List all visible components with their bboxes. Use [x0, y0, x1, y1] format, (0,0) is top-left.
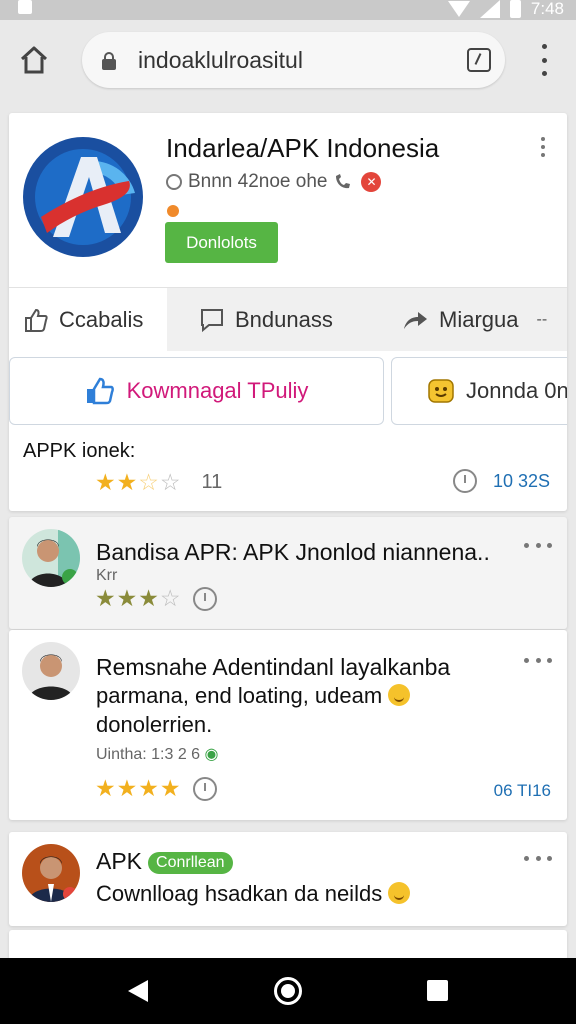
- tab-label: Miargua: [439, 307, 519, 332]
- battery-icon: [509, 0, 521, 18]
- phone-icon: [336, 174, 351, 189]
- alert-icon: ✕: [361, 172, 382, 192]
- emoji-icon: [428, 379, 454, 403]
- clock-icon: [193, 776, 218, 801]
- tab-bndunass[interactable]: Bndunass: [199, 288, 333, 352]
- status-bar: 7:48: [0, 0, 576, 20]
- review-stars: ★★★☆: [95, 585, 182, 611]
- review-date: 06 TI16: [493, 781, 551, 800]
- verified-icon: ◉: [204, 746, 219, 763]
- review-text: parmana, end loating, udeam: [96, 682, 411, 709]
- clock-icon: [193, 586, 218, 611]
- more-icon: --: [536, 311, 548, 328]
- review-stars: ★★★★: [95, 775, 182, 801]
- review-author-name: APK: [96, 848, 143, 874]
- app-subtitle: Bnnn 42noe ohe: [188, 171, 328, 192]
- secondary-action-button[interactable]: Jonnda 0n: [391, 357, 567, 425]
- review-text: Cownlloag hsadkan da neilds: [96, 880, 411, 907]
- rating-label: APPK ionek:: [23, 440, 136, 462]
- review-menu-icon[interactable]: [524, 856, 552, 864]
- review-author: APK Conrllean: [96, 848, 233, 875]
- app-card: Indarlea/APK Indonesia Bnnn 42noe ohe ✕ …: [9, 113, 567, 511]
- review-card[interactable]: Remsnahe Adentindanl layalkanba parmana,…: [9, 630, 567, 820]
- review-author: Bandisa APR: APK Jnonlod niannena..: [96, 539, 490, 565]
- avatar: [22, 529, 80, 587]
- avatar: [22, 844, 80, 902]
- app-size: 10 32S: [493, 470, 551, 491]
- review-meta-text: Uintha: 1:3 2 6: [96, 746, 201, 763]
- menu-icon[interactable]: [536, 44, 552, 76]
- url-text[interactable]: indoaklulroasitul: [138, 47, 303, 74]
- primary-action-button[interactable]: Kowmnagal TPuliy: [9, 357, 384, 425]
- thumbs-up-icon: [86, 377, 114, 405]
- status-time: 7:48: [530, 0, 564, 18]
- status-dot-icon: [167, 205, 179, 217]
- signal-icon: [479, 0, 500, 18]
- review-meta: Uintha: 1:3 2 6 ◉: [96, 744, 219, 764]
- lock-icon: [102, 52, 116, 70]
- download-button[interactable]: Donlolots: [165, 222, 278, 263]
- emoji-icon: [388, 882, 411, 904]
- review-card[interactable]: Bandisa APR: APK Jnonlod niannena.. Krr …: [9, 517, 567, 629]
- chat-icon: [201, 309, 223, 333]
- avatar: [22, 642, 80, 700]
- review-author: Remsnahe Adentindanl layalkanba: [96, 654, 451, 680]
- app-subtitle-row: Bnnn 42noe ohe ✕: [166, 171, 382, 193]
- address-bar[interactable]: indoaklulroasitul: [82, 32, 505, 88]
- clock-icon: [453, 469, 477, 493]
- browser-toolbar: indoaklulroasitul: [0, 20, 576, 104]
- review-card[interactable]: [9, 930, 567, 960]
- status-icons: 7:48: [447, 0, 564, 19]
- developer-icon: [166, 174, 182, 190]
- smile-emoji-icon: [388, 684, 411, 706]
- wifi-icon: [447, 1, 470, 17]
- tab-miargua[interactable]: Miargua --: [401, 288, 547, 352]
- back-icon[interactable]: [128, 980, 148, 1002]
- thumbs-up-icon: [25, 308, 48, 332]
- review-text-line: Cownlloag hsadkan da neilds: [96, 881, 383, 906]
- review-meta: Krr: [96, 567, 118, 584]
- share-icon: [404, 312, 427, 329]
- action-row: Kowmnagal TPuliy Jonnda 0n: [9, 357, 567, 427]
- notification-icon: [18, 0, 32, 14]
- review-menu-icon[interactable]: [524, 543, 552, 551]
- primary-action-label: Kowmnagal TPuliy: [126, 378, 309, 403]
- system-nav-bar: [0, 958, 576, 1024]
- review-menu-icon[interactable]: [524, 658, 552, 666]
- size-row: 10 32S: [453, 469, 550, 493]
- secondary-action-label: Jonnda 0n: [466, 378, 567, 403]
- tab-bar: Ccabalis Bndunass Miargua --: [9, 287, 567, 352]
- app-card-menu-icon[interactable]: [541, 137, 547, 159]
- app-title: Indarlea/APK Indonesia: [166, 133, 440, 163]
- review-badge: Conrllean: [148, 852, 233, 874]
- home-icon[interactable]: [18, 44, 50, 76]
- tab-ccabalis[interactable]: Ccabalis: [9, 288, 167, 352]
- review-text-line: parmana, end loating, udeam: [96, 683, 383, 708]
- tab-label: Ccabalis: [59, 307, 144, 332]
- tab-label: Bndunass: [235, 307, 333, 332]
- tab-switcher-icon[interactable]: [467, 48, 491, 72]
- rating-stars: ★★☆☆: [95, 469, 182, 495]
- home-nav-icon[interactable]: [274, 977, 302, 1005]
- rating-count: 11: [201, 471, 223, 493]
- review-rating: ★★★★: [95, 775, 218, 802]
- app-logo: [23, 137, 143, 257]
- rating-row: ★★☆☆ 11: [95, 469, 222, 496]
- recents-icon[interactable]: [427, 980, 448, 1001]
- review-card[interactable]: APK Conrllean Cownlloag hsadkan da neilds: [9, 832, 567, 926]
- review-rating: ★★★☆: [95, 585, 218, 612]
- review-text-line: donolerrien.: [96, 712, 213, 737]
